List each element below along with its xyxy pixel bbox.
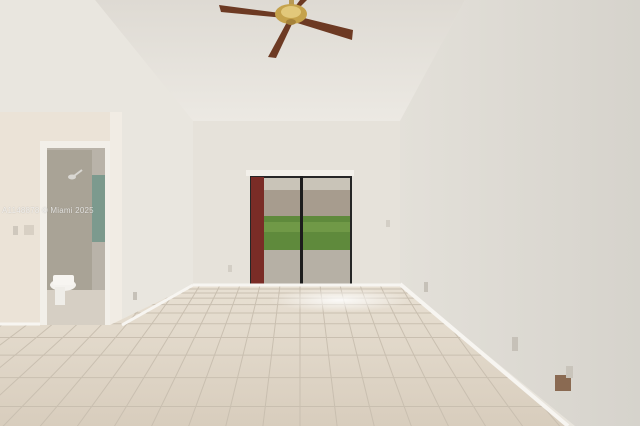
patio-hedge bbox=[264, 216, 350, 250]
light-switch bbox=[24, 225, 34, 235]
patio-door-mullion bbox=[300, 176, 303, 286]
sunlight-patch bbox=[270, 288, 410, 312]
patio-door-header bbox=[246, 170, 354, 176]
outlet-icon bbox=[512, 337, 518, 351]
patio-outside-building bbox=[264, 190, 350, 218]
outlet-icon bbox=[424, 282, 428, 292]
room-scene bbox=[0, 0, 640, 426]
outlet-icon bbox=[133, 292, 137, 300]
outlet-icon bbox=[386, 220, 390, 227]
light-switch bbox=[13, 226, 18, 235]
watermark: A1148878 © Miami 2025 bbox=[2, 206, 94, 215]
patio-hedge-highlight bbox=[264, 222, 350, 232]
outlet-icon bbox=[228, 265, 232, 272]
left-partition-edge bbox=[110, 112, 122, 325]
curtain bbox=[251, 177, 264, 285]
patio-ground bbox=[264, 250, 350, 284]
bathroom-tile-wall bbox=[47, 150, 92, 290]
